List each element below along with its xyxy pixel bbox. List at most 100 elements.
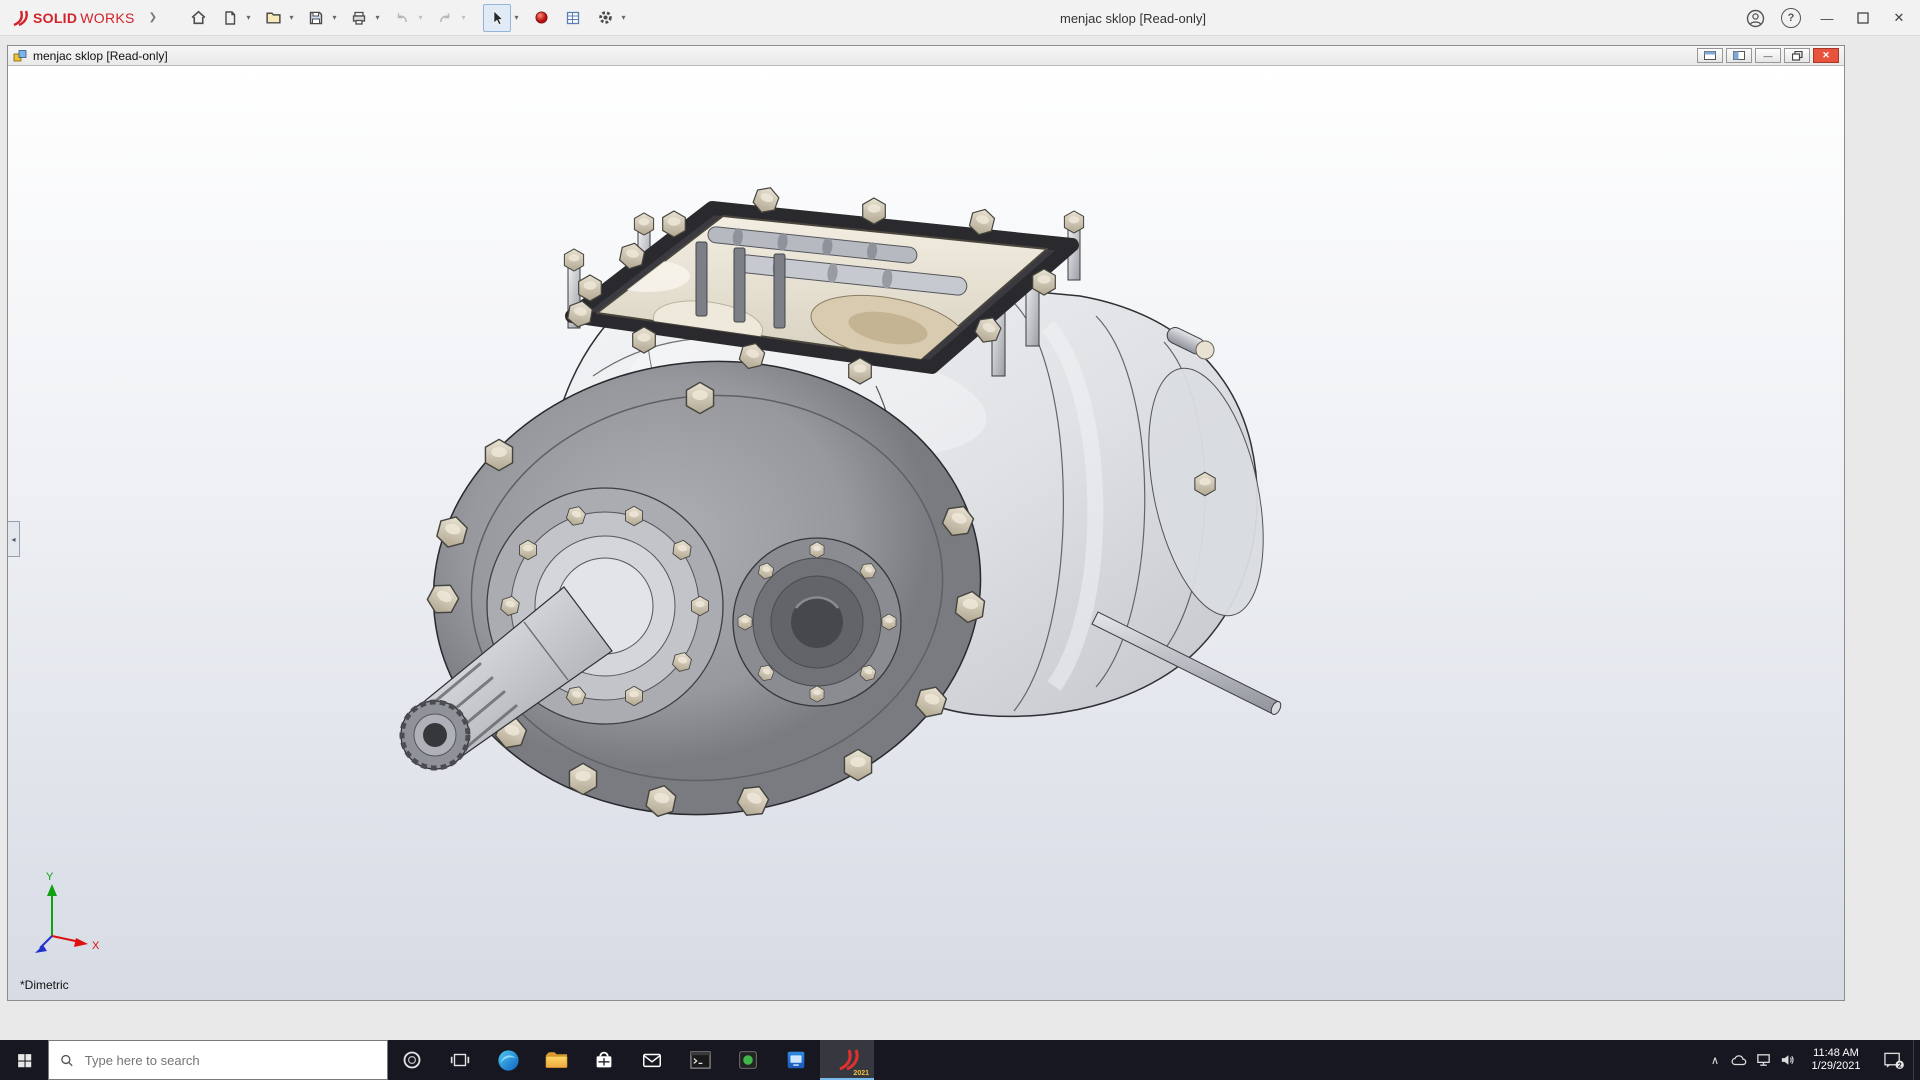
appearance-sphere-button[interactable] (528, 5, 554, 31)
featuremanager-collapsed-tab[interactable]: ◂ (8, 521, 20, 557)
taskbar-search[interactable] (48, 1040, 388, 1080)
windows-logo-icon (17, 1053, 31, 1067)
save-dropdown[interactable]: ▾ (329, 13, 340, 22)
show-desktop-button[interactable] (1913, 1040, 1920, 1080)
maximize-icon (1857, 12, 1869, 24)
search-icon (61, 1054, 73, 1066)
clock-date: 1/29/2021 (1811, 1060, 1861, 1072)
solidworks-logo-icon (13, 10, 28, 26)
mail-icon (643, 1053, 661, 1068)
toolbar-group-options: ▾ (592, 5, 629, 31)
taskbar-clock[interactable]: 11:48 AM 1/29/2021 (1799, 1040, 1873, 1080)
app-maximize-button[interactable] (1848, 4, 1878, 32)
print-button[interactable] (346, 5, 372, 31)
search-input[interactable] (82, 1051, 376, 1069)
appearance-sphere-icon (535, 11, 548, 24)
assembly-document-icon (13, 49, 27, 61)
taskbar-app-mail[interactable] (628, 1040, 676, 1080)
document-titlebar[interactable]: menjac sklop [Read-only] — ✕ (8, 46, 1844, 66)
cortana-button[interactable] (388, 1040, 436, 1080)
open-dropdown[interactable]: ▾ (286, 13, 297, 22)
taskbar-app-file-explorer[interactable] (532, 1040, 580, 1080)
desktop-screen: SOLID WORKS ❯ ▾ ▾ ▾ ▾ ▾ ▾ ▾ ▾ menjac skl… (0, 0, 1920, 1080)
new-document-icon (225, 10, 236, 25)
output-boss[interactable] (732, 537, 902, 707)
user-account-icon (1746, 9, 1764, 27)
triad-x-label: X (92, 940, 100, 952)
start-button[interactable] (0, 1040, 48, 1080)
green-app-icon (739, 1051, 757, 1069)
split-horizontal-icon (1704, 51, 1716, 60)
task-view-button[interactable] (436, 1040, 484, 1080)
select-tool-button[interactable] (483, 3, 512, 32)
new-document-button[interactable] (217, 5, 243, 31)
app-window-controls: ? — ✕ (1740, 0, 1914, 36)
app-close-button[interactable]: ✕ (1884, 4, 1914, 32)
toolbar-group-design-table (560, 5, 586, 31)
help-icon: ? (1781, 8, 1801, 28)
document-window: menjac sklop [Read-only] — ✕ Y X *Dimetr… (7, 45, 1845, 1001)
network-icon[interactable] (1751, 1040, 1775, 1080)
pane-split-vertical-button[interactable] (1726, 48, 1752, 63)
solidworks-year-badge: 2021 (853, 1070, 869, 1077)
volume-icon[interactable] (1775, 1040, 1799, 1080)
taskbar-app-notes[interactable] (724, 1040, 772, 1080)
edge-icon (497, 1049, 519, 1071)
document-restore-button[interactable] (1784, 48, 1810, 63)
toolbar-group-select: ▾ (483, 3, 522, 32)
taskbar-app-solidworks[interactable]: 2021 (820, 1040, 874, 1080)
undo-dropdown[interactable]: ▾ (415, 13, 426, 22)
open-folder-icon (265, 12, 281, 24)
app-window-title: menjac sklop [Read-only] (1060, 10, 1206, 26)
pane-split-horizontal-button[interactable] (1697, 48, 1723, 63)
taskbar-app-edge[interactable] (484, 1040, 532, 1080)
breadcrumb-chevron-icon[interactable]: ❯ (149, 12, 157, 23)
windows-taskbar: 2021 ∧ (0, 1040, 1920, 1080)
action-center-button[interactable]: 2 (1873, 1040, 1913, 1080)
new-document-dropdown[interactable]: ▾ (243, 13, 254, 22)
options-gear-icon (598, 11, 612, 24)
design-table-icon (566, 11, 580, 24)
design-table-button[interactable] (560, 5, 586, 31)
graphics-viewport[interactable]: Y X *Dimetric ◂ (8, 66, 1844, 1000)
print-dropdown[interactable]: ▾ (372, 13, 383, 22)
cortana-icon (403, 1051, 421, 1069)
brand-solid: SOLID (33, 9, 78, 26)
app-minimize-button[interactable]: — (1812, 4, 1842, 32)
toolbar-group-undo: ▾ (389, 5, 426, 31)
solidworks-logo: SOLID WORKS (10, 9, 135, 27)
open-button[interactable] (260, 5, 286, 31)
split-vertical-icon (1733, 51, 1745, 60)
hidden-icons-chevron[interactable]: ∧ (1703, 1040, 1727, 1080)
gearbox-assembly-model[interactable] (8, 66, 1844, 1000)
print-icon (352, 11, 366, 25)
taskbar-app-terminal[interactable] (676, 1040, 724, 1080)
redo-dropdown[interactable]: ▾ (458, 13, 469, 22)
help-button[interactable]: ? (1776, 4, 1806, 32)
account-button[interactable] (1740, 4, 1770, 32)
select-cursor-icon (493, 9, 503, 25)
redo-button[interactable] (432, 5, 458, 31)
save-button[interactable] (303, 5, 329, 31)
undo-button[interactable] (389, 5, 415, 31)
options-button[interactable] (592, 5, 618, 31)
taskbar-app-store[interactable] (580, 1040, 628, 1080)
home-button[interactable] (185, 5, 211, 31)
taskbar-app-media[interactable] (772, 1040, 820, 1080)
document-close-button[interactable]: ✕ (1813, 48, 1839, 63)
brand-works: WORKS (80, 9, 135, 26)
clock-time: 11:48 AM (1813, 1047, 1859, 1059)
system-tray: ∧ 11:48 AM 1/29/2021 2 (1703, 1040, 1920, 1080)
onedrive-icon[interactable] (1727, 1040, 1751, 1080)
select-dropdown[interactable]: ▾ (511, 13, 522, 22)
toolbar-group-print: ▾ (346, 5, 383, 31)
document-minimize-button[interactable]: — (1755, 48, 1781, 63)
toolbar-group-new: ▾ (217, 5, 254, 31)
restore-icon (1791, 50, 1803, 61)
app-titlebar: SOLID WORKS ❯ ▾ ▾ ▾ ▾ ▾ ▾ ▾ ▾ menjac skl… (0, 0, 1920, 36)
notification-badge: 2 (1897, 1061, 1901, 1069)
drum-bolt[interactable] (1194, 471, 1216, 497)
store-icon (596, 1051, 612, 1068)
options-dropdown[interactable]: ▾ (618, 13, 629, 22)
home-icon (191, 10, 205, 25)
